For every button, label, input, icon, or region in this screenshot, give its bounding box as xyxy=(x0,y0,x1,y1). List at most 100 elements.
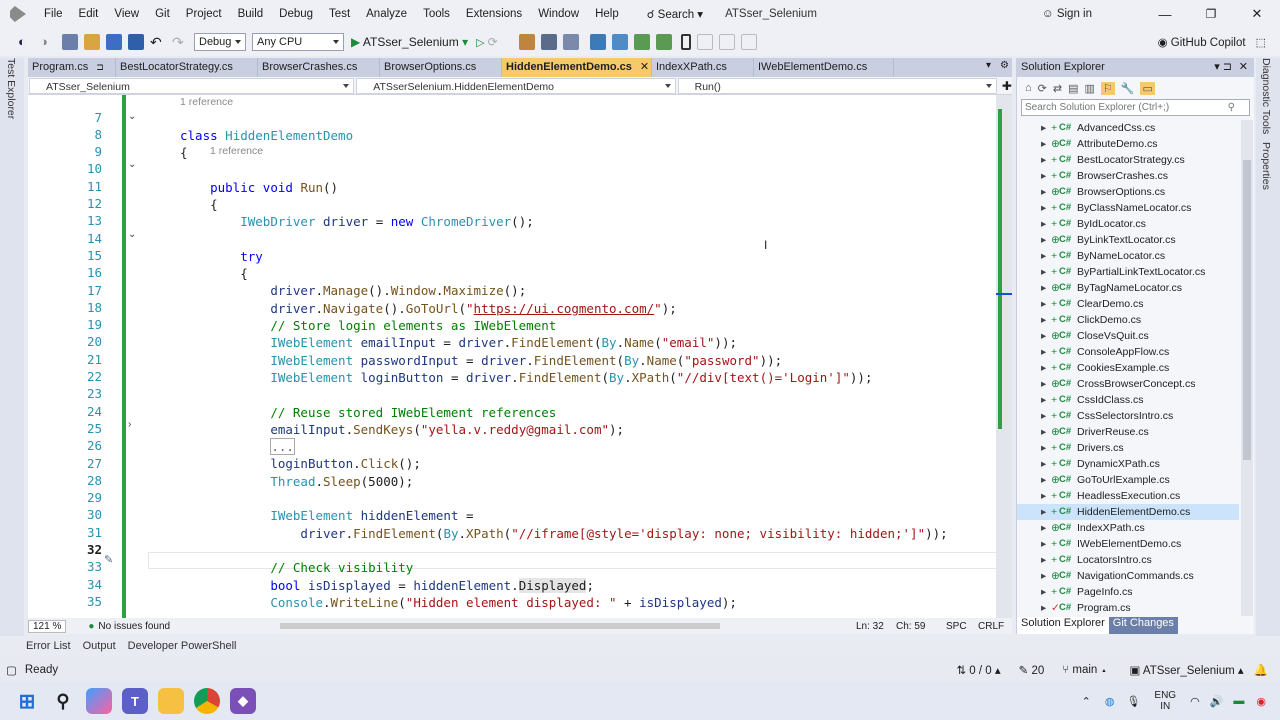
solution-file-item[interactable]: ▸ + C# ConsoleAppFlow.cs xyxy=(1017,344,1239,360)
menu-item-analyze[interactable]: Analyze xyxy=(358,0,415,28)
solution-file-item[interactable]: ▸ + C# ByClassNameLocator.cs xyxy=(1017,200,1239,216)
expand-arrow-icon[interactable]: ▸ xyxy=(1041,440,1046,456)
spacing-indicator[interactable]: SPC xyxy=(946,621,978,632)
show-all-files-icon[interactable]: ▥ xyxy=(1085,82,1095,95)
split-add-icon[interactable]: ✚ xyxy=(1002,79,1012,93)
tab-iwebelementdemo-cs[interactable]: IWebElementDemo.cs xyxy=(754,58,894,77)
expand-arrow-icon[interactable]: ▸ xyxy=(1041,504,1046,520)
horizontal-scrollbar[interactable] xyxy=(280,623,721,629)
undo-icon[interactable]: ↶ xyxy=(150,34,166,50)
solution-file-item[interactable]: ▸ ⊕ C# AttributeDemo.cs xyxy=(1017,136,1239,152)
solution-file-item[interactable]: ▸ ⊕ C# NavigationCommands.cs xyxy=(1017,568,1239,584)
menu-item-edit[interactable]: Edit xyxy=(71,0,107,28)
build-icon[interactable] xyxy=(518,34,535,50)
pin-icon[interactable]: ⊐ xyxy=(96,62,104,72)
solution-file-item[interactable]: ▸ ⊕ C# BrowserOptions.cs xyxy=(1017,184,1239,200)
open-folder-icon[interactable] xyxy=(84,34,100,50)
member-dropdown[interactable]: Run() xyxy=(677,77,997,94)
solution-explorer-scrollbar[interactable] xyxy=(1241,120,1253,616)
solution-file-item[interactable]: ▸ + C# BrowserCrashes.cs xyxy=(1017,168,1239,184)
zoom-level[interactable]: 121 % xyxy=(28,619,67,633)
pending-changes[interactable]: ✎ 20 xyxy=(1019,663,1045,677)
tools-icon[interactable] xyxy=(562,34,579,50)
restore-button[interactable]: ❐ xyxy=(1188,7,1234,21)
expand-arrow-icon[interactable]: ▸ xyxy=(1041,168,1046,184)
tab-indexxpath-cs[interactable]: IndexXPath.cs xyxy=(652,58,754,77)
switch-views-icon[interactable]: ⇄ xyxy=(1053,82,1062,95)
copilot-icon[interactable] xyxy=(86,688,112,714)
tab-program-cs[interactable]: Program.cs ⊐ xyxy=(28,58,116,77)
expand-arrow-icon[interactable]: ▸ xyxy=(1041,584,1046,600)
expand-arrow-icon[interactable]: ▸ xyxy=(1041,376,1046,392)
filter-icon[interactable]: ⚐ xyxy=(1100,81,1115,95)
expand-arrow-icon[interactable]: ▸ xyxy=(1041,552,1046,568)
search-icon[interactable]: ⚲ xyxy=(50,688,76,714)
bottom-tab-developer-powershell[interactable]: Developer PowerShell xyxy=(128,640,237,652)
expand-arrow-icon[interactable]: ▸ xyxy=(1041,472,1046,488)
expand-arrow-icon[interactable]: ▸ xyxy=(1041,232,1046,248)
branch-selector[interactable]: ⑂ main ▴ xyxy=(1062,664,1107,676)
solution-file-item[interactable]: ▸ ⊕ C# ByLinkTextLocator.cs xyxy=(1017,232,1239,248)
start-icon[interactable]: ⊞ xyxy=(14,688,40,714)
expand-arrow-icon[interactable]: ▸ xyxy=(1041,488,1046,504)
column-indicator[interactable]: Ch: 59 xyxy=(896,621,946,632)
tray-chevron-icon[interactable]: ⌃ xyxy=(1082,695,1091,708)
tab-overflow-icon[interactable]: ▾ xyxy=(986,60,991,71)
copilot-button[interactable]: ◉ GitHub Copilot xyxy=(1158,35,1246,49)
issues-label[interactable]: No issues found xyxy=(98,621,170,632)
expand-arrow-icon[interactable]: ▸ xyxy=(1041,328,1046,344)
solution-file-item[interactable]: ▸ + C# BestLocatorStrategy.cs xyxy=(1017,152,1239,168)
line-indicator[interactable]: Ln: 32 xyxy=(856,621,896,632)
solution-file-item[interactable]: ▸ ⊕ C# DriverReuse.cs xyxy=(1017,424,1239,440)
chrome-icon[interactable] xyxy=(194,688,220,714)
configuration-select[interactable]: Debug xyxy=(194,33,246,51)
expand-icon[interactable]: › xyxy=(128,419,131,430)
expand-arrow-icon[interactable]: ▸ xyxy=(1041,360,1046,376)
teams-icon[interactable]: T xyxy=(122,688,148,714)
bottom-tab-output[interactable]: Output xyxy=(83,640,116,652)
solution-file-item[interactable]: ▸ + C# ByPartialLinkTextLocator.cs xyxy=(1017,264,1239,280)
editor-vertical-scrollbar[interactable] xyxy=(996,95,1012,618)
sync-counter[interactable]: ⇅ 0 / 0 ▴ xyxy=(956,663,1000,677)
menu-item-file[interactable]: File xyxy=(36,0,71,28)
tab-close-icon[interactable]: ✕ xyxy=(640,61,649,73)
expand-arrow-icon[interactable]: ▸ xyxy=(1041,568,1046,584)
notification-badge-icon[interactable]: ◉ xyxy=(1256,695,1266,708)
menu-item-view[interactable]: View xyxy=(106,0,147,28)
expand-arrow-icon[interactable]: ▸ xyxy=(1041,136,1046,152)
solution-file-item[interactable]: ▸ + C# CssSelectorsIntro.cs xyxy=(1017,408,1239,424)
tab-bestlocatorstrategy-cs[interactable]: BestLocatorStrategy.cs xyxy=(116,58,258,77)
expand-arrow-icon[interactable]: ▸ xyxy=(1041,216,1046,232)
pane-close-icon[interactable]: ✕ xyxy=(1239,58,1248,77)
solution-file-item[interactable]: ▸ + C# PageInfo.cs xyxy=(1017,584,1239,600)
diagnostic-tools-tab[interactable]: Diagnostic Tools xyxy=(1260,58,1272,134)
menu-item-project[interactable]: Project xyxy=(178,0,230,28)
pane-pin-icon[interactable]: ▾ ⊐ xyxy=(1214,58,1232,77)
collapse-icon[interactable]: ⌄ xyxy=(128,111,136,122)
notifications-icon[interactable]: 🔔 xyxy=(1254,663,1268,677)
tab-hiddenelementdemo-cs[interactable]: HiddenElementDemo.cs ✕ xyxy=(502,58,652,77)
expand-arrow-icon[interactable]: ▸ xyxy=(1041,280,1046,296)
solution-file-item[interactable]: ▸ + C# ByIdLocator.cs xyxy=(1017,216,1239,232)
expand-arrow-icon[interactable]: ▸ xyxy=(1041,536,1046,552)
collapse-icon[interactable]: ⌄ xyxy=(128,159,136,170)
expand-arrow-icon[interactable]: ▸ xyxy=(1041,424,1046,440)
solution-file-item[interactable]: ▸ ⊕ C# CrossBrowserConcept.cs xyxy=(1017,376,1239,392)
expand-arrow-icon[interactable]: ▸ xyxy=(1041,200,1046,216)
properties-tab[interactable]: Properties xyxy=(1260,142,1272,190)
expand-arrow-icon[interactable]: ▸ xyxy=(1041,600,1046,616)
bookmark-next-icon[interactable] xyxy=(718,34,735,50)
back-icon[interactable]: ◐ xyxy=(18,34,34,50)
properties-icon[interactable]: 🔧 xyxy=(1121,82,1135,95)
hot-reload-icon[interactable]: ⟳ xyxy=(488,34,504,50)
expand-arrow-icon[interactable]: ▸ xyxy=(1041,184,1046,200)
line-ending-indicator[interactable]: CRLF xyxy=(978,621,1012,632)
solution-file-item[interactable]: ▸ + C# ClickDemo.cs xyxy=(1017,312,1239,328)
platform-select[interactable]: Any CPU xyxy=(252,33,344,51)
new-item-icon[interactable] xyxy=(62,34,78,50)
expand-arrow-icon[interactable]: ▸ xyxy=(1041,152,1046,168)
comment-icon[interactable] xyxy=(611,34,628,50)
tab-browsercrashes-cs[interactable]: BrowserCrashes.cs xyxy=(258,58,380,77)
collapse-icon[interactable]: ⌄ xyxy=(128,229,136,240)
solution-file-item[interactable]: ▸ + C# HiddenElementDemo.cs xyxy=(1017,504,1239,520)
